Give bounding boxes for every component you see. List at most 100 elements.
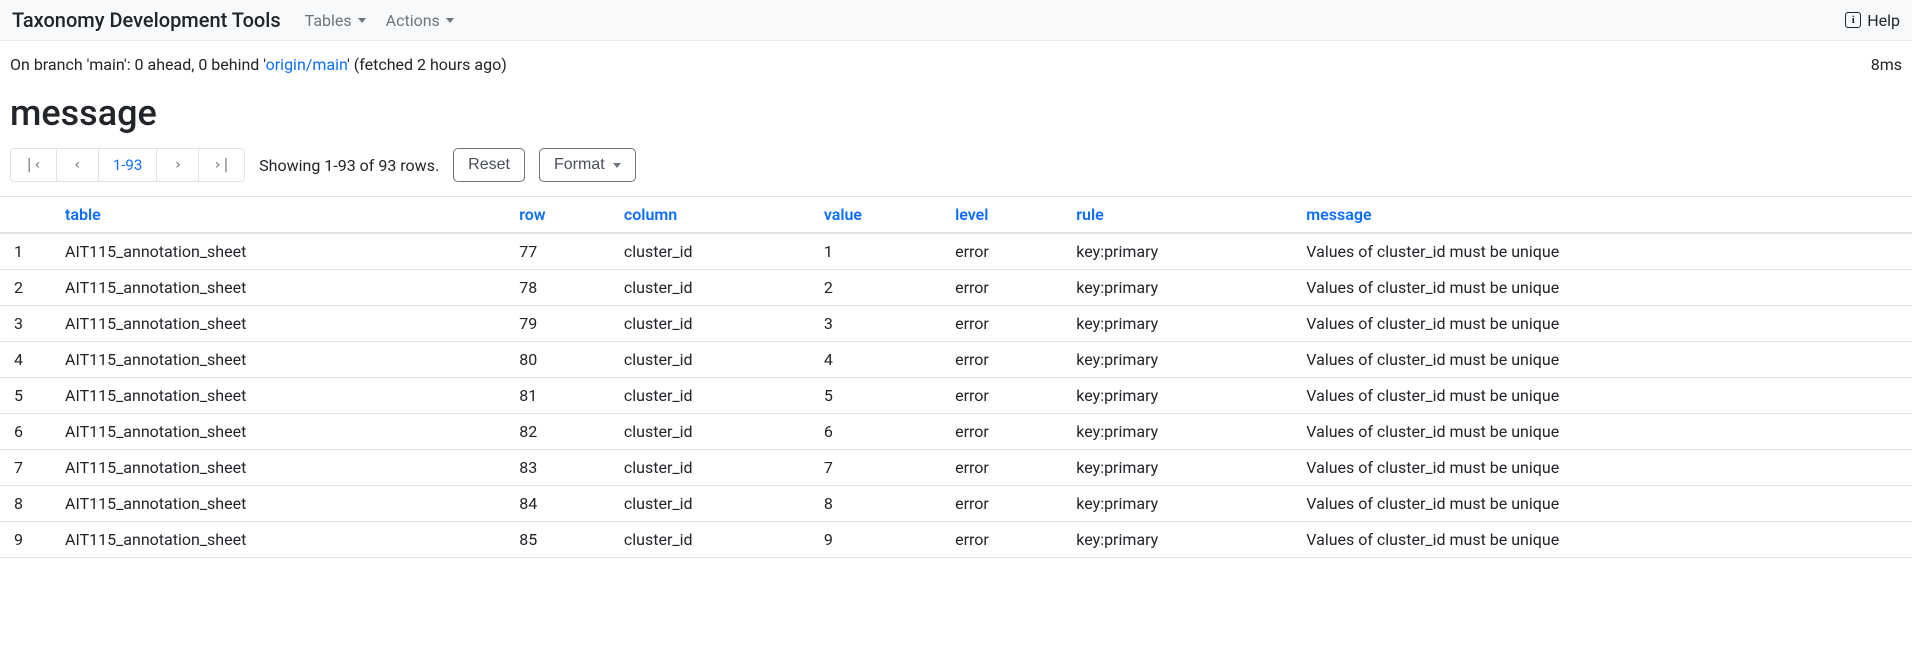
table-row: 6AIT115_annotation_sheet82cluster_id6err…: [0, 414, 1912, 450]
cell-column: cluster_id: [614, 378, 814, 414]
cell-level: error: [945, 486, 1066, 522]
cell-idx: 9: [0, 522, 55, 558]
col-level-header: level: [945, 197, 1066, 234]
cell-column: cluster_id: [614, 270, 814, 306]
branch-link[interactable]: origin/main: [266, 55, 347, 74]
cell-row: 79: [509, 306, 614, 342]
col-table-header: table: [55, 197, 509, 234]
cell-column: cluster_id: [614, 486, 814, 522]
pager-first-button[interactable]: |‹: [11, 149, 57, 181]
table-row: 3AIT115_annotation_sheet79cluster_id3err…: [0, 306, 1912, 342]
showing-text: Showing 1-93 of 93 rows.: [259, 156, 439, 175]
cell-idx: 5: [0, 378, 55, 414]
format-button[interactable]: Format: [539, 148, 636, 182]
tables-menu[interactable]: Tables: [305, 11, 366, 30]
branch-status-prefix: On branch 'main': 0 ahead, 0 behind ': [10, 55, 266, 74]
cell-row: 80: [509, 342, 614, 378]
cell-level: error: [945, 233, 1066, 270]
cell-column: cluster_id: [614, 342, 814, 378]
cell-value: 7: [814, 450, 945, 486]
cell-idx: 1: [0, 233, 55, 270]
branch-status-suffix: ' (fetched 2 hours ago): [347, 55, 507, 74]
table-row: 2AIT115_annotation_sheet78cluster_id2err…: [0, 270, 1912, 306]
cell-idx: 6: [0, 414, 55, 450]
cell-table: AIT115_annotation_sheet: [55, 378, 509, 414]
pager: |‹ ‹ 1-93 › ›|: [10, 148, 245, 182]
cell-row: 77: [509, 233, 614, 270]
table-row: 1AIT115_annotation_sheet77cluster_id1err…: [0, 233, 1912, 270]
help-link[interactable]: i Help: [1845, 11, 1900, 30]
cell-level: error: [945, 378, 1066, 414]
reset-button[interactable]: Reset: [453, 148, 525, 182]
cell-row: 81: [509, 378, 614, 414]
next-page-icon: ›: [174, 157, 182, 173]
page-title: message: [0, 84, 1912, 148]
cell-message: Values of cluster_id must be unique: [1296, 342, 1912, 378]
cell-rule: key:primary: [1066, 342, 1296, 378]
cell-rule: key:primary: [1066, 522, 1296, 558]
cell-row: 84: [509, 486, 614, 522]
pager-last-button[interactable]: ›|: [199, 149, 244, 181]
table-row: 9AIT115_annotation_sheet85cluster_id9err…: [0, 522, 1912, 558]
cell-table: AIT115_annotation_sheet: [55, 306, 509, 342]
cell-value: 5: [814, 378, 945, 414]
last-page-icon: ›|: [213, 157, 230, 173]
help-label: Help: [1867, 11, 1900, 30]
cell-value: 9: [814, 522, 945, 558]
cell-rule: key:primary: [1066, 378, 1296, 414]
cell-column: cluster_id: [614, 522, 814, 558]
col-row-link[interactable]: row: [519, 205, 545, 224]
col-column-link[interactable]: column: [624, 205, 677, 224]
pager-prev-button[interactable]: ‹: [57, 149, 99, 181]
col-value-link[interactable]: value: [824, 205, 862, 224]
actions-menu-label: Actions: [386, 11, 440, 30]
col-table-link[interactable]: table: [65, 205, 101, 224]
cell-rule: key:primary: [1066, 306, 1296, 342]
timing-text: 8ms: [1871, 55, 1902, 74]
cell-level: error: [945, 306, 1066, 342]
cell-message: Values of cluster_id must be unique: [1296, 270, 1912, 306]
col-level-link[interactable]: level: [955, 205, 988, 224]
col-idx-header: [0, 197, 55, 234]
pager-range-button[interactable]: 1-93: [99, 149, 157, 181]
app-title[interactable]: Taxonomy Development Tools: [12, 8, 281, 32]
cell-message: Values of cluster_id must be unique: [1296, 306, 1912, 342]
tables-menu-label: Tables: [305, 11, 352, 30]
cell-rule: key:primary: [1066, 486, 1296, 522]
cell-table: AIT115_annotation_sheet: [55, 522, 509, 558]
cell-message: Values of cluster_id must be unique: [1296, 486, 1912, 522]
cell-level: error: [945, 414, 1066, 450]
table-row: 4AIT115_annotation_sheet80cluster_id4err…: [0, 342, 1912, 378]
cell-table: AIT115_annotation_sheet: [55, 414, 509, 450]
pager-next-button[interactable]: ›: [157, 149, 199, 181]
col-message-link[interactable]: message: [1306, 205, 1371, 224]
col-rule-link[interactable]: rule: [1076, 205, 1103, 224]
col-column-header: column: [614, 197, 814, 234]
message-table: table row column value level rule messag…: [0, 196, 1912, 558]
cell-value: 4: [814, 342, 945, 378]
first-page-icon: |‹: [25, 157, 42, 173]
caret-down-icon: [613, 163, 621, 168]
cell-message: Values of cluster_id must be unique: [1296, 233, 1912, 270]
cell-value: 1: [814, 233, 945, 270]
cell-level: error: [945, 270, 1066, 306]
cell-value: 3: [814, 306, 945, 342]
controls-row: |‹ ‹ 1-93 › ›| Showing 1-93 of 93 rows. …: [0, 148, 1912, 196]
table-header-row: table row column value level rule messag…: [0, 197, 1912, 234]
cell-level: error: [945, 450, 1066, 486]
table-row: 5AIT115_annotation_sheet81cluster_id5err…: [0, 378, 1912, 414]
cell-idx: 4: [0, 342, 55, 378]
cell-row: 82: [509, 414, 614, 450]
col-row-header: row: [509, 197, 614, 234]
status-bar: On branch 'main': 0 ahead, 0 behind 'ori…: [0, 41, 1912, 84]
cell-row: 78: [509, 270, 614, 306]
cell-idx: 3: [0, 306, 55, 342]
actions-menu[interactable]: Actions: [386, 11, 454, 30]
cell-column: cluster_id: [614, 450, 814, 486]
cell-message: Values of cluster_id must be unique: [1296, 522, 1912, 558]
cell-rule: key:primary: [1066, 450, 1296, 486]
table-row: 8AIT115_annotation_sheet84cluster_id8err…: [0, 486, 1912, 522]
cell-idx: 8: [0, 486, 55, 522]
table-row: 7AIT115_annotation_sheet83cluster_id7err…: [0, 450, 1912, 486]
cell-rule: key:primary: [1066, 233, 1296, 270]
